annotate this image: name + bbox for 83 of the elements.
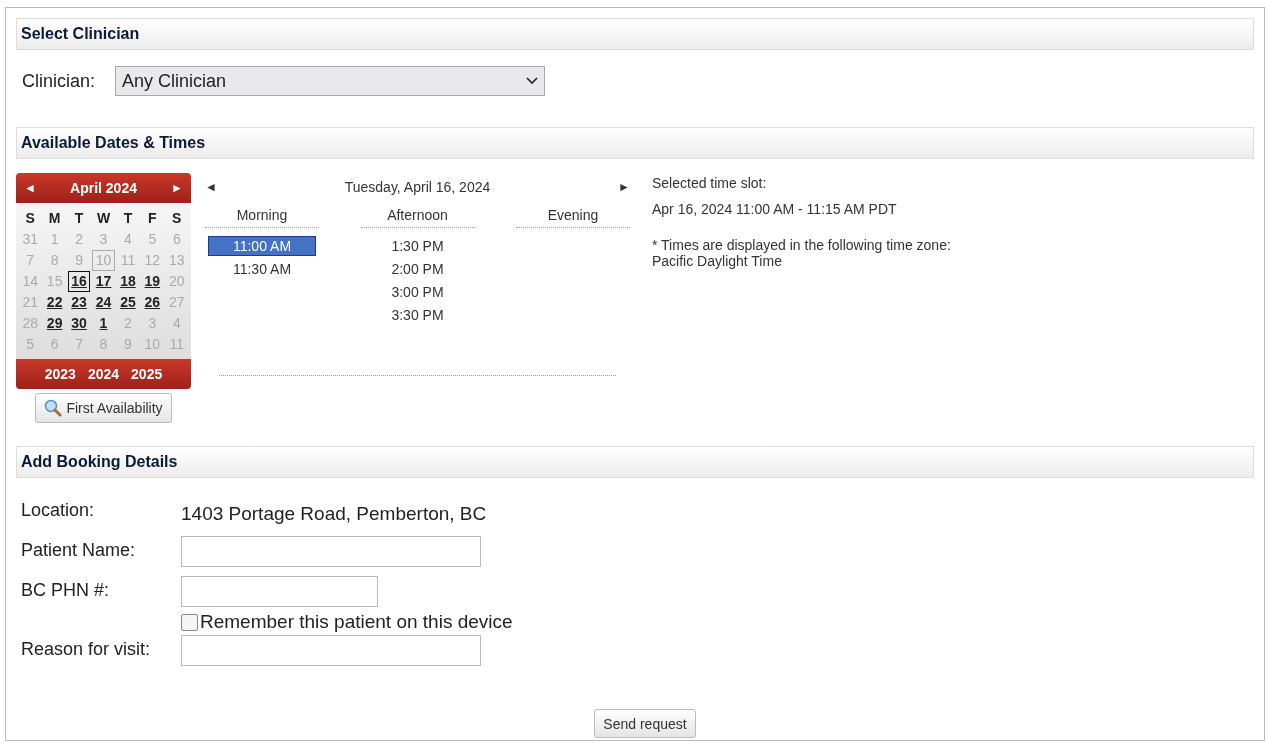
calendar-day: 13 (165, 250, 188, 271)
first-availability-button[interactable]: First Availability (35, 393, 172, 423)
field-label: Reason for visit: (20, 639, 152, 661)
selected-slot-value: Apr 16, 2024 11:00 AM - 11:15 AM PDT (652, 201, 898, 217)
calendar-day-link[interactable]: 25 (116, 292, 140, 313)
calendar-day: 11 (116, 250, 140, 271)
weekday-label: T (122, 209, 134, 228)
calendar-day: 20 (165, 271, 188, 292)
calendar-day: 10 (92, 250, 115, 271)
next-day-button[interactable]: ► (618, 180, 630, 194)
input-field[interactable] (181, 635, 481, 666)
year-link[interactable]: 2023 (44, 359, 76, 389)
calendar-day: 31 (19, 229, 42, 250)
calendar-day: 9 (67, 250, 91, 271)
section-header: Select Clinician (16, 18, 1254, 50)
timezone-note: * Times are displayed in the following time zone: (652, 237, 951, 253)
checkbox-label: Remember this patient on this device (200, 611, 513, 633)
input-field[interactable] (181, 576, 378, 607)
section-header: Add Booking Details (16, 446, 1254, 478)
previous-month-button[interactable]: ◄ (24, 181, 36, 195)
period-heading: Morning (205, 207, 319, 228)
calendar-day: 1 (43, 229, 66, 250)
calendar-day: 8 (43, 250, 66, 271)
calendar-day-link[interactable]: 26 (141, 292, 164, 313)
calendar-day: 21 (19, 292, 42, 313)
checkbox[interactable] (181, 613, 198, 631)
send-request-button[interactable]: Send request (594, 709, 696, 738)
calendar-day-link[interactable]: 23 (67, 292, 91, 313)
calendar-day-link[interactable]: 1 (92, 313, 115, 334)
calendar-day: 14 (19, 271, 42, 292)
clinician-select[interactable]: Any Clinician (115, 66, 546, 96)
calendar-day: 3 (141, 313, 164, 334)
calendar-day: 15 (43, 271, 66, 292)
next-month-button[interactable]: ► (171, 181, 183, 195)
calendar-day: 2 (67, 229, 91, 250)
year-link[interactable]: 2025 (131, 359, 163, 389)
calendar-day-link[interactable]: 16 (67, 271, 91, 292)
time-slot[interactable]: 11:00 AM (208, 236, 316, 256)
weekday-label: W (95, 209, 112, 228)
timezone-name: Pacific Daylight Time (652, 253, 783, 269)
calendar-day: 7 (19, 250, 42, 271)
weekday-label: S (24, 209, 36, 228)
calendar-day: 6 (165, 229, 188, 250)
calendar-day: 28 (19, 313, 42, 334)
time-slot[interactable]: 3:00 PM (363, 282, 472, 302)
section-header: Available Dates & Times (16, 127, 1254, 159)
calendar-day-link[interactable]: 19 (141, 271, 164, 292)
magnifier-icon (44, 399, 63, 417)
previous-day-button[interactable]: ◄ (205, 180, 217, 194)
calendar-day-link[interactable]: 24 (92, 292, 115, 313)
period-heading: Afternoon (360, 207, 475, 228)
calendar-day: 12 (141, 250, 164, 271)
calendar-day-link[interactable]: 18 (116, 271, 140, 292)
time-slot[interactable]: 3:30 PM (363, 305, 472, 325)
weekday-label: S (171, 209, 183, 228)
calendar-day: 27 (165, 292, 188, 313)
location-value: 1403 Portage Road, Pemberton, BC (181, 502, 487, 525)
time-slot[interactable]: 1:30 PM (363, 236, 472, 256)
calendar-day: 5 (141, 229, 164, 250)
month-title: April 2024 (70, 180, 137, 196)
selected-date: Tuesday, April 16, 2024 (344, 179, 491, 195)
year-link[interactable]: 2024 (87, 359, 120, 389)
calendar-day: 4 (165, 313, 188, 334)
field-label: Location: (20, 500, 96, 522)
time-slot[interactable]: 2:00 PM (363, 259, 472, 279)
calendar-day: 4 (116, 229, 140, 250)
input-field[interactable] (181, 536, 481, 567)
weekday-label: T (73, 209, 85, 228)
calendar-day-link[interactable]: 17 (92, 271, 115, 292)
selected-slot-label: Selected time slot: (652, 175, 768, 191)
chevron-down-icon (526, 77, 539, 85)
clinician-label: Clinician: (22, 70, 96, 92)
time-slot[interactable]: 11:30 AM (208, 259, 316, 279)
weekday-label: M (47, 209, 62, 228)
calendar-day: 3 (92, 229, 115, 250)
calendar-day-link[interactable]: 22 (43, 292, 66, 313)
calendar-day: 2 (116, 313, 140, 334)
calendar-day-link[interactable]: 30 (67, 313, 91, 334)
weekday-label: F (147, 209, 158, 228)
field-label: BC PHN #: (20, 580, 111, 602)
calendar-day-link[interactable]: 29 (43, 313, 66, 334)
field-label: Patient Name: (20, 540, 137, 562)
period-heading: Evening (516, 207, 630, 228)
